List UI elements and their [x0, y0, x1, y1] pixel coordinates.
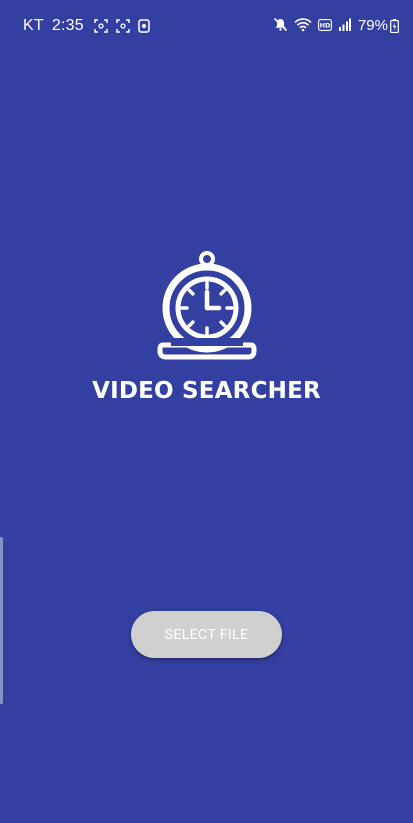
- clock: 2:35: [51, 17, 84, 34]
- status-left: KT 2:35: [23, 17, 150, 35]
- edge-panel-handle[interactable]: [0, 537, 3, 704]
- hd-icon: HD: [318, 18, 332, 31]
- wifi-icon: [294, 17, 312, 32]
- camera-icon: [138, 19, 150, 33]
- stopwatch-icon: [157, 250, 257, 362]
- svg-text:HD: HD: [320, 21, 331, 29]
- screenshot-icon: [116, 19, 130, 33]
- battery-status: 79%: [358, 17, 399, 34]
- status-bar: KT 2:35 HD 79%: [0, 0, 413, 52]
- battery-percentage: 79%: [357, 17, 388, 34]
- signal-icon: [338, 18, 351, 31]
- app-title: VIDEO SEARCHER: [92, 378, 321, 404]
- select-file-button[interactable]: SELECT FILE: [131, 611, 282, 658]
- mute-icon: [273, 17, 288, 32]
- status-right: HD: [273, 17, 351, 32]
- screenshot-icon: [94, 19, 108, 33]
- carrier-label: KT: [23, 17, 44, 34]
- battery-icon: [390, 18, 399, 33]
